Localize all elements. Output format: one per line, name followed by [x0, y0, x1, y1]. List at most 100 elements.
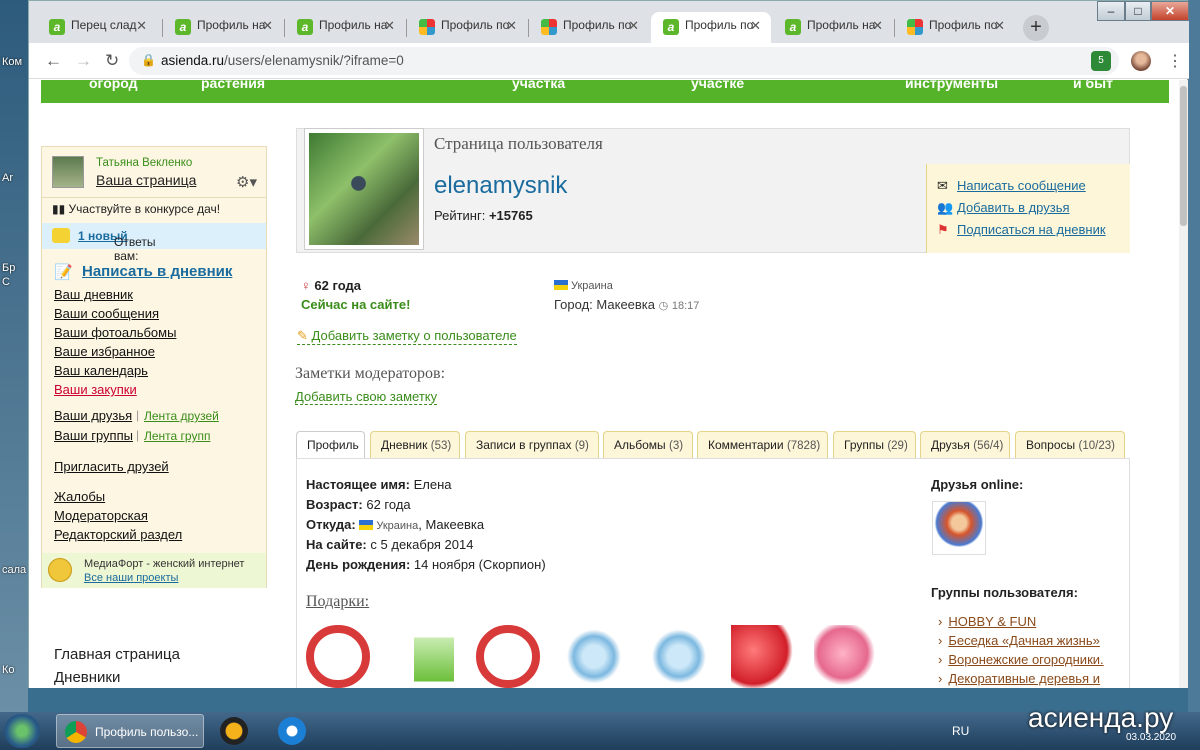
gift-snowflake[interactable] [562, 625, 626, 688]
main-page-link[interactable]: Главная страница [54, 646, 180, 663]
tab-comments[interactable]: Комментарии (7828) [697, 431, 828, 458]
sidebar-link-diary[interactable]: Ваш дневник [54, 287, 133, 302]
contest-link[interactable]: ▮▮ Участвуйте в конкурсе дач! [52, 202, 220, 216]
field-label: Откуда: [306, 517, 356, 532]
browser-tab[interactable]: Профиль по ✕ [407, 12, 527, 43]
your-page-link[interactable]: Ваша страница [96, 172, 196, 188]
user-avatar[interactable] [52, 156, 84, 188]
browser-tab-active[interactable]: a Профиль по ✕ [651, 12, 771, 43]
browser-tab[interactable]: a Профиль на ✕ [773, 12, 893, 43]
nav-item[interactable]: участке [691, 80, 744, 91]
group-link[interactable]: Беседка «Дачная жизнь» [938, 633, 1100, 648]
close-icon[interactable]: ✕ [136, 18, 147, 34]
app-triangle-icon[interactable] [220, 717, 248, 745]
invite-friends-link[interactable]: Пригласить друзей [54, 459, 169, 474]
browser-tab[interactable]: a Перец слад ✕ [37, 12, 157, 43]
nav-item[interactable]: и быт [1073, 80, 1113, 91]
nav-item[interactable]: огород [89, 80, 138, 91]
taskbar-item-label: Профиль пользо... [95, 725, 199, 739]
url-bar[interactable]: 🔒 asienda.ru/users/elenamysnik/?iframe=0… [129, 47, 1119, 75]
start-button[interactable] [4, 714, 40, 748]
tab-group-posts[interactable]: Записи в группах (9) [465, 431, 599, 458]
close-window-button[interactable]: ✕ [1151, 1, 1189, 21]
gift-rose[interactable] [814, 625, 878, 688]
group-link[interactable]: Воронежские огородники. [938, 652, 1103, 667]
minimize-button[interactable]: – [1097, 1, 1125, 21]
add-my-note-link[interactable]: Добавить свою заметку [295, 389, 438, 405]
diaries-link[interactable]: Дневники [54, 669, 120, 686]
sidebar-link-albums[interactable]: Ваши фотоальбомы [54, 325, 176, 340]
sidebar-link-friends[interactable]: Ваши друзья [54, 408, 132, 423]
user-name[interactable]: Татьяна Векленко [96, 157, 192, 169]
field-label: Возраст: [306, 497, 363, 512]
scrollbar-thumb[interactable] [1180, 86, 1187, 226]
browser-tab[interactable]: Профиль по ✕ [529, 12, 649, 43]
close-icon[interactable]: ✕ [994, 18, 1005, 34]
group-link[interactable]: Декоративные деревья и [938, 671, 1100, 686]
mediafort-projects-link[interactable]: Все наши проекты [84, 572, 178, 584]
close-icon[interactable]: ✕ [262, 18, 273, 34]
write-diary-link[interactable]: Написать в дневник [82, 263, 232, 280]
extension-shield-icon[interactable]: 5 [1091, 51, 1111, 71]
nav-item[interactable]: растения [201, 80, 265, 91]
field-value: с 5 декабря 2014 [370, 537, 474, 552]
tab-groups[interactable]: Группы (29) [833, 431, 916, 458]
vertical-scrollbar[interactable] [1179, 80, 1188, 688]
tab-questions[interactable]: Вопросы (10/23) [1015, 431, 1125, 458]
gear-icon[interactable]: ⚙▾ [236, 173, 257, 191]
browser-tab[interactable]: a Профиль на ✕ [163, 12, 283, 43]
gifts-heading[interactable]: Подарки: [306, 593, 369, 611]
browser-tab[interactable]: a Профиль на ✕ [285, 12, 405, 43]
tab-albums[interactable]: Альбомы (3) [603, 431, 693, 458]
tab-friends[interactable]: Друзья (56/4) [920, 431, 1010, 458]
gift-cocktail[interactable] [414, 625, 454, 688]
close-icon[interactable]: ✕ [628, 18, 639, 34]
sidebar-link-messages[interactable]: Ваши сообщения [54, 306, 159, 321]
speech-bubble-icon [52, 228, 70, 243]
sidebar-link-purchases[interactable]: Ваши закупки [54, 382, 137, 397]
profile-photo[interactable] [304, 128, 424, 250]
nav-item[interactable]: участка [512, 80, 565, 91]
sidebar-link-calendar[interactable]: Ваш календарь [54, 363, 148, 378]
tab-profile[interactable]: Профиль [296, 431, 365, 458]
gift-heart[interactable] [731, 625, 795, 688]
nav-item[interactable]: инструменты [905, 80, 998, 91]
taskbar-chrome-item[interactable]: Профиль пользо... [56, 714, 204, 748]
maximize-button[interactable]: □ [1125, 1, 1151, 21]
menu-kebab-icon[interactable]: ⋮ [1167, 51, 1183, 71]
moderator-link[interactable]: Модераторская [54, 508, 148, 523]
sidebar-link-favorites[interactable]: Ваше избранное [54, 344, 155, 359]
sidebar-link-groups[interactable]: Ваши группы [54, 428, 133, 443]
close-icon[interactable]: ✕ [506, 18, 517, 34]
new-tab-button[interactable]: + [1023, 15, 1049, 41]
gift-snowflake[interactable] [647, 625, 711, 688]
tab-diary[interactable]: Дневник (53) [370, 431, 460, 458]
gift-lifebuoy[interactable] [306, 625, 370, 688]
language-indicator[interactable]: RU [952, 724, 969, 738]
browser-tab[interactable]: Профиль по ✕ [895, 12, 1015, 43]
group-link[interactable]: HOBBY & FUN [938, 614, 1036, 629]
add-note-link[interactable]: ✎ Добавить заметку о пользователе [297, 328, 517, 345]
write-message-link[interactable]: Написать сообщение [957, 178, 1086, 193]
close-icon[interactable]: ✕ [384, 18, 395, 34]
friends-feed-link[interactable]: Лента друзей [144, 409, 219, 423]
close-icon[interactable]: ✕ [750, 18, 761, 34]
groups-feed-link[interactable]: Лента групп [144, 429, 210, 443]
close-icon[interactable]: ✕ [872, 18, 883, 34]
top-nav-bar: огород растения участка участке инструме… [41, 80, 1169, 103]
back-arrow-icon[interactable]: ← [45, 51, 62, 71]
gift-lifebuoy[interactable] [476, 625, 540, 688]
complaints-link[interactable]: Жалобы [54, 489, 105, 504]
profile-avatar-icon[interactable] [1131, 51, 1151, 71]
url-text[interactable]: asienda.ru/users/elenamysnik/?iframe=0 [161, 53, 404, 68]
subscribe-diary-link[interactable]: Подписаться на дневник [957, 222, 1106, 237]
reload-icon[interactable]: ↻ [105, 51, 119, 71]
friend-avatar[interactable] [932, 501, 986, 555]
mediafort-banner: МедиаФорт - женский интернет Все наши пр… [42, 553, 266, 588]
forward-arrow-icon[interactable]: → [75, 51, 92, 71]
teamviewer-icon[interactable] [278, 717, 306, 745]
add-friend-link[interactable]: Добавить в друзья [957, 200, 1070, 215]
editor-link[interactable]: Редакторский раздел [54, 527, 182, 542]
field-label: День рождения: [306, 557, 411, 572]
tab-count: (53) [430, 440, 452, 452]
